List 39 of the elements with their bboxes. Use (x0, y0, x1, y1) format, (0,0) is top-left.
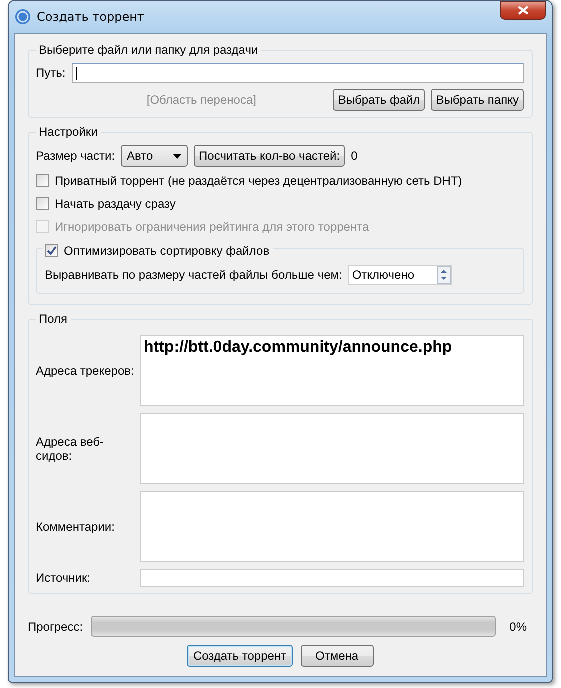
group-title: Выберите файл или папку для раздачи (36, 43, 262, 57)
align-label: Выравнивать по размеру частей файлы больше чем: (45, 268, 342, 282)
window-title: Создать торрент (37, 10, 144, 24)
checkbox-label: Игнорировать ограничения рейтинга для этого торрента (55, 220, 370, 234)
field-label: Адреса веб-сидов: (36, 434, 106, 462)
field-label: Адреса трекеров: (36, 364, 136, 378)
piece-count: 0 (351, 149, 358, 163)
path-field[interactable] (72, 63, 524, 83)
group-title: Поля (36, 312, 71, 326)
spin-arrows-icon[interactable] (437, 266, 452, 284)
app-icon (15, 9, 31, 25)
dropdown-arrow-icon (173, 154, 182, 158)
dialog-button[interactable]: Отмена (300, 645, 374, 667)
text-area[interactable]: http://btt.0day.community/announce.php (140, 335, 524, 406)
progress-reading: 0% (510, 620, 527, 634)
progress-label: Прогресс: (28, 620, 84, 634)
checkbox-label: Оптимизировать сортировку файлов (64, 244, 270, 258)
choose-button[interactable]: Выбрать папку (431, 89, 524, 111)
drop-area: [Область переноса] (76, 93, 328, 107)
checkbox-label: Приватный торрент (не раздаётся через децентрализованную сеть DHT) (55, 174, 462, 188)
field-label: Источник: (36, 571, 92, 585)
checkbox[interactable] (36, 197, 49, 210)
choose-button[interactable]: Выбрать файл (333, 89, 426, 111)
checkbox[interactable] (36, 174, 49, 187)
checkbox[interactable] (45, 244, 58, 257)
piece-size-label: Размер части: (36, 149, 116, 163)
group-title: Настройки (36, 125, 101, 139)
field-label: Комментарии: (36, 520, 116, 534)
dialog-button[interactable]: Создать торрент (187, 645, 293, 667)
input-field[interactable] (140, 569, 524, 587)
count-pieces-button[interactable]: Посчитать кол-во частей: (194, 145, 346, 167)
path-label: Путь: (36, 66, 66, 80)
checkbox-label: Начать раздачу сразу (55, 196, 176, 210)
close-button[interactable] (500, 1, 546, 20)
text-area[interactable] (140, 413, 524, 484)
text-area[interactable] (140, 491, 524, 562)
close-icon (518, 6, 528, 15)
piece-size-dropdown[interactable]: Авто (121, 145, 188, 167)
align-spinbox[interactable]: Отключено (348, 265, 452, 285)
